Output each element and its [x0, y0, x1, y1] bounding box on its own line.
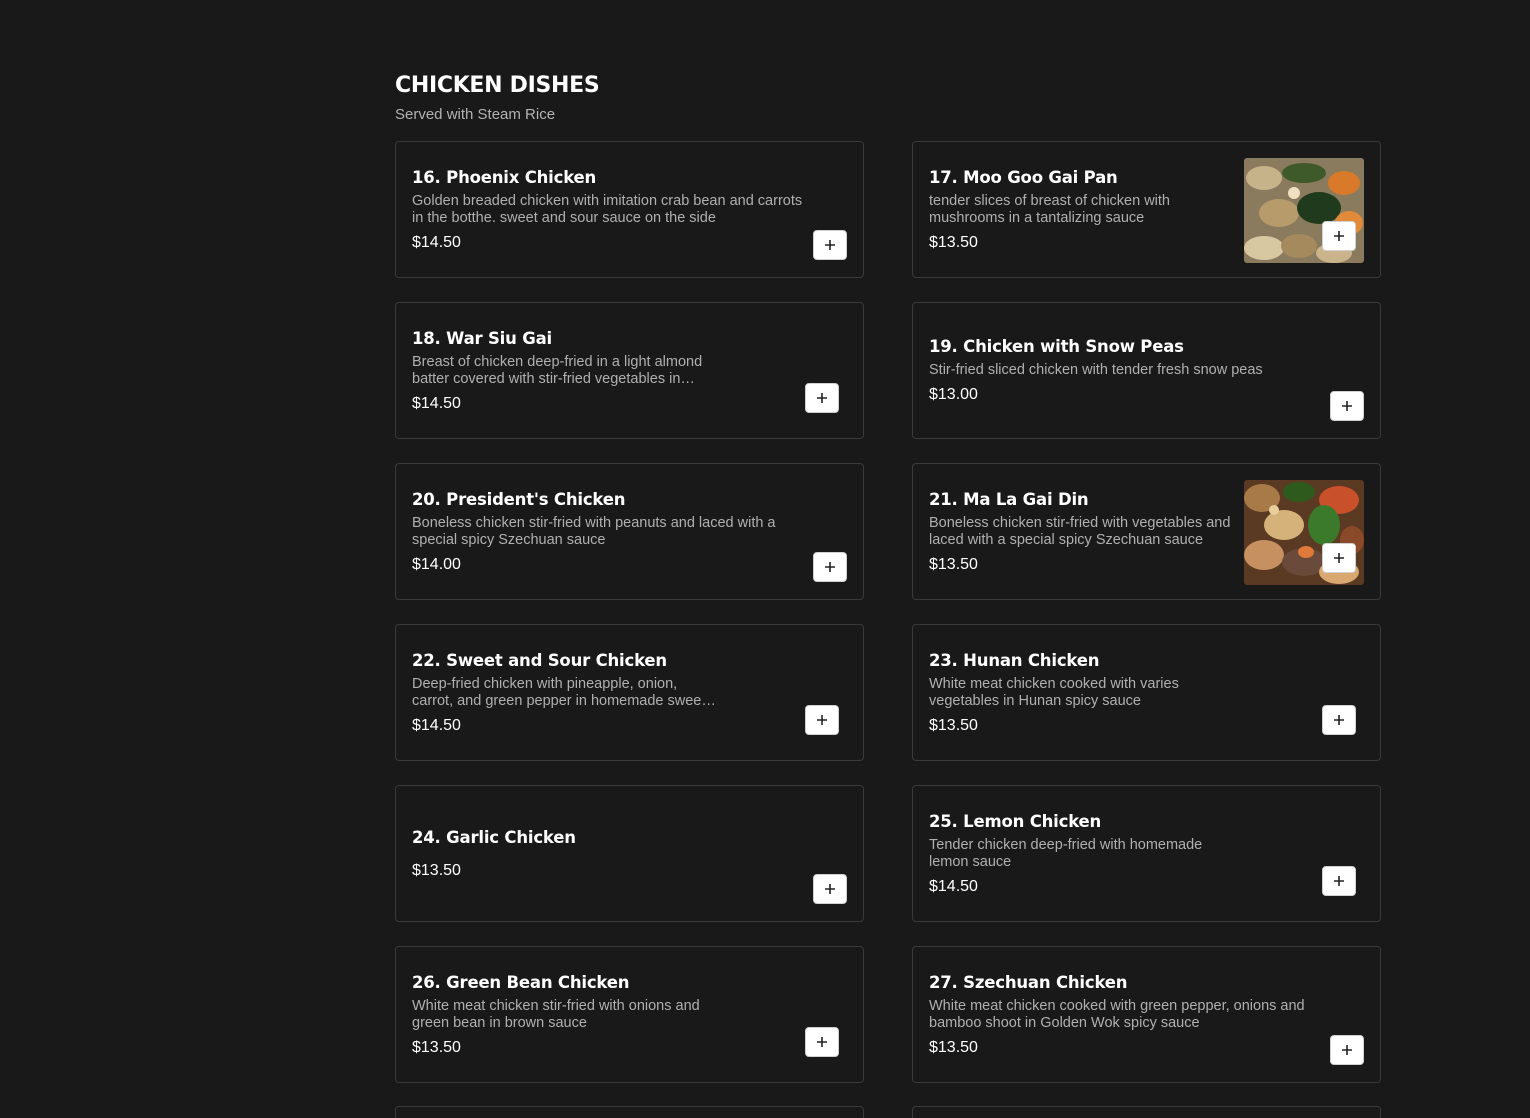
menu-item-name: 19. Chicken with Snow Peas — [929, 337, 1184, 356]
add-to-cart-button[interactable] — [813, 874, 847, 904]
menu-items-grid: 16. Phoenix Chicken Golden breaded chick… — [395, 141, 1381, 1083]
menu-item-info: 18. War Siu Gai Breast of chicken deep-f… — [412, 303, 717, 438]
menu-item-name: 21. Ma La Gai Din — [929, 489, 1089, 509]
menu-item-info: 19. Chicken with Snow Peas Stir-fried sl… — [929, 303, 1329, 438]
plus-icon — [1334, 231, 1344, 241]
menu-item-name: 22. Sweet and Sour Chicken — [412, 650, 667, 670]
menu-item-name: 17. Moo Goo Gai Pan — [929, 167, 1118, 187]
menu-item-price: $14.50 — [412, 233, 461, 251]
menu-item-card-partial[interactable] — [395, 1106, 864, 1118]
menu-item-card[interactable]: 23. Hunan Chicken White meat chicken coo… — [912, 624, 1381, 761]
menu-item-price: $14.00 — [412, 555, 461, 573]
menu-item-description: Boneless chicken stir-fried with peanuts… — [412, 514, 776, 548]
menu-item-card[interactable]: 22. Sweet and Sour Chicken Deep-fried ch… — [395, 624, 864, 761]
menu-item-info: 25. Lemon Chicken Tender chicken deep-fr… — [929, 786, 1234, 921]
plus-icon — [1334, 553, 1344, 563]
menu-item-info: 21. Ma La Gai Din Boneless chicken stir-… — [929, 464, 1234, 599]
menu-item-price: $13.50 — [929, 555, 978, 573]
add-to-cart-button[interactable] — [1322, 866, 1356, 896]
plus-icon — [825, 562, 835, 572]
menu-item-price: $13.50 — [929, 233, 978, 251]
menu-item-info: 26. Green Bean Chicken White meat chicke… — [412, 947, 717, 1082]
menu-item-card[interactable]: 25. Lemon Chicken Tender chicken deep-fr… — [912, 785, 1381, 922]
menu-item-name: 16. Phoenix Chicken — [412, 167, 597, 187]
plus-icon — [1342, 401, 1352, 411]
menu-item-photo[interactable] — [1244, 480, 1364, 585]
menu-item-info: 23. Hunan Chicken White meat chicken coo… — [929, 625, 1234, 760]
menu-item-card[interactable]: 16. Phoenix Chicken Golden breaded chick… — [395, 141, 864, 278]
menu-item-description: Tender chicken deep-fried with homemade … — [929, 836, 1203, 870]
menu-item-card[interactable]: 18. War Siu Gai Breast of chicken deep-f… — [395, 302, 864, 439]
menu-item-card[interactable]: 19. Chicken with Snow Peas Stir-fried sl… — [912, 302, 1381, 439]
menu-item-description: Stir-fried sliced chicken with tender fr… — [929, 362, 1263, 378]
menu-item-price: $13.50 — [412, 861, 461, 879]
menu-item-name: 20. President's Chicken — [412, 489, 626, 509]
menu-item-name: 25. Lemon Chicken — [929, 811, 1102, 831]
menu-item-description: White meat chicken cooked with varies ve… — [929, 675, 1179, 709]
menu-item-card[interactable]: 20. President's Chicken Boneless chicken… — [395, 463, 864, 600]
menu-item-info: 17. Moo Goo Gai Pan tender slices of bre… — [929, 142, 1234, 277]
menu-item-card[interactable]: 26. Green Bean Chicken White meat chicke… — [395, 946, 864, 1083]
menu-page: CHICKEN DISHES Served with Steam Rice 16… — [0, 0, 1530, 1118]
menu-item-name: 24. Garlic Chicken — [412, 827, 576, 847]
menu-item-description: White meat chicken cooked with green pep… — [929, 997, 1305, 1031]
menu-item-card[interactable]: 17. Moo Goo Gai Pan tender slices of bre… — [912, 141, 1381, 278]
plus-icon — [825, 240, 835, 250]
plus-icon — [1342, 1045, 1352, 1055]
add-to-cart-button[interactable] — [805, 1027, 839, 1057]
menu-item-card[interactable]: 24. Garlic Chicken $13.50 — [395, 785, 864, 922]
menu-item-card[interactable]: 27. Szechuan Chicken White meat chicken … — [912, 946, 1381, 1083]
menu-item-name: 18. War Siu Gai — [412, 328, 552, 348]
add-to-cart-button[interactable] — [1322, 221, 1356, 251]
menu-item-info: 27. Szechuan Chicken White meat chicken … — [929, 947, 1329, 1082]
plus-icon — [1334, 876, 1344, 886]
menu-item-description: Golden breaded chicken with imitation cr… — [412, 192, 803, 226]
menu-item-price: $14.50 — [412, 716, 461, 734]
menu-item-photo[interactable] — [1244, 158, 1364, 263]
add-to-cart-button[interactable] — [805, 383, 839, 413]
menu-item-info: 20. President's Chicken Boneless chicken… — [412, 464, 812, 599]
add-to-cart-button[interactable] — [813, 552, 847, 582]
add-to-cart-button[interactable] — [1330, 1035, 1364, 1065]
menu-item-name: 27. Szechuan Chicken — [929, 972, 1128, 992]
menu-item-description: Breast of chicken deep-fried in a light … — [412, 353, 703, 387]
add-to-cart-button[interactable] — [1322, 543, 1356, 573]
menu-item-description: White meat chicken stir-fried with onion… — [412, 997, 700, 1031]
plus-icon — [825, 884, 835, 894]
menu-item-price: $13.50 — [929, 716, 978, 734]
menu-item-name: 26. Green Bean Chicken — [412, 972, 630, 992]
add-to-cart-button[interactable] — [813, 230, 847, 260]
menu-item-info: 24. Garlic Chicken $13.50 — [412, 786, 812, 921]
menu-item-card-partial[interactable] — [912, 1106, 1381, 1118]
menu-item-price: $14.50 — [929, 877, 978, 895]
section-subtitle: Served with Steam Rice — [395, 106, 556, 123]
menu-item-description: tender slices of breast of chicken with … — [929, 192, 1170, 226]
section-title: CHICKEN DISHES — [395, 73, 600, 98]
add-to-cart-button[interactable] — [1330, 391, 1364, 421]
menu-item-price: $13.50 — [412, 1038, 461, 1056]
menu-item-price: $13.00 — [929, 386, 978, 403]
plus-icon — [817, 393, 827, 403]
plus-icon — [817, 1037, 827, 1047]
menu-item-description: Boneless chicken stir-fried with vegetab… — [929, 514, 1231, 548]
menu-item-price: $14.50 — [412, 394, 461, 412]
menu-item-price: $13.50 — [929, 1038, 978, 1056]
menu-item-info: 16. Phoenix Chicken Golden breaded chick… — [412, 142, 812, 277]
add-to-cart-button[interactable] — [805, 705, 839, 735]
menu-item-name: 23. Hunan Chicken — [929, 650, 1100, 670]
add-to-cart-button[interactable] — [1322, 705, 1356, 735]
menu-item-info: 22. Sweet and Sour Chicken Deep-fried ch… — [412, 625, 717, 760]
plus-icon — [817, 715, 827, 725]
menu-item-card[interactable]: 21. Ma La Gai Din Boneless chicken stir-… — [912, 463, 1381, 600]
plus-icon — [1334, 715, 1344, 725]
menu-item-description: Deep-fried chicken with pineapple, onion… — [412, 675, 706, 709]
section-header: CHICKEN DISHES Served with Steam Rice — [395, 72, 600, 124]
